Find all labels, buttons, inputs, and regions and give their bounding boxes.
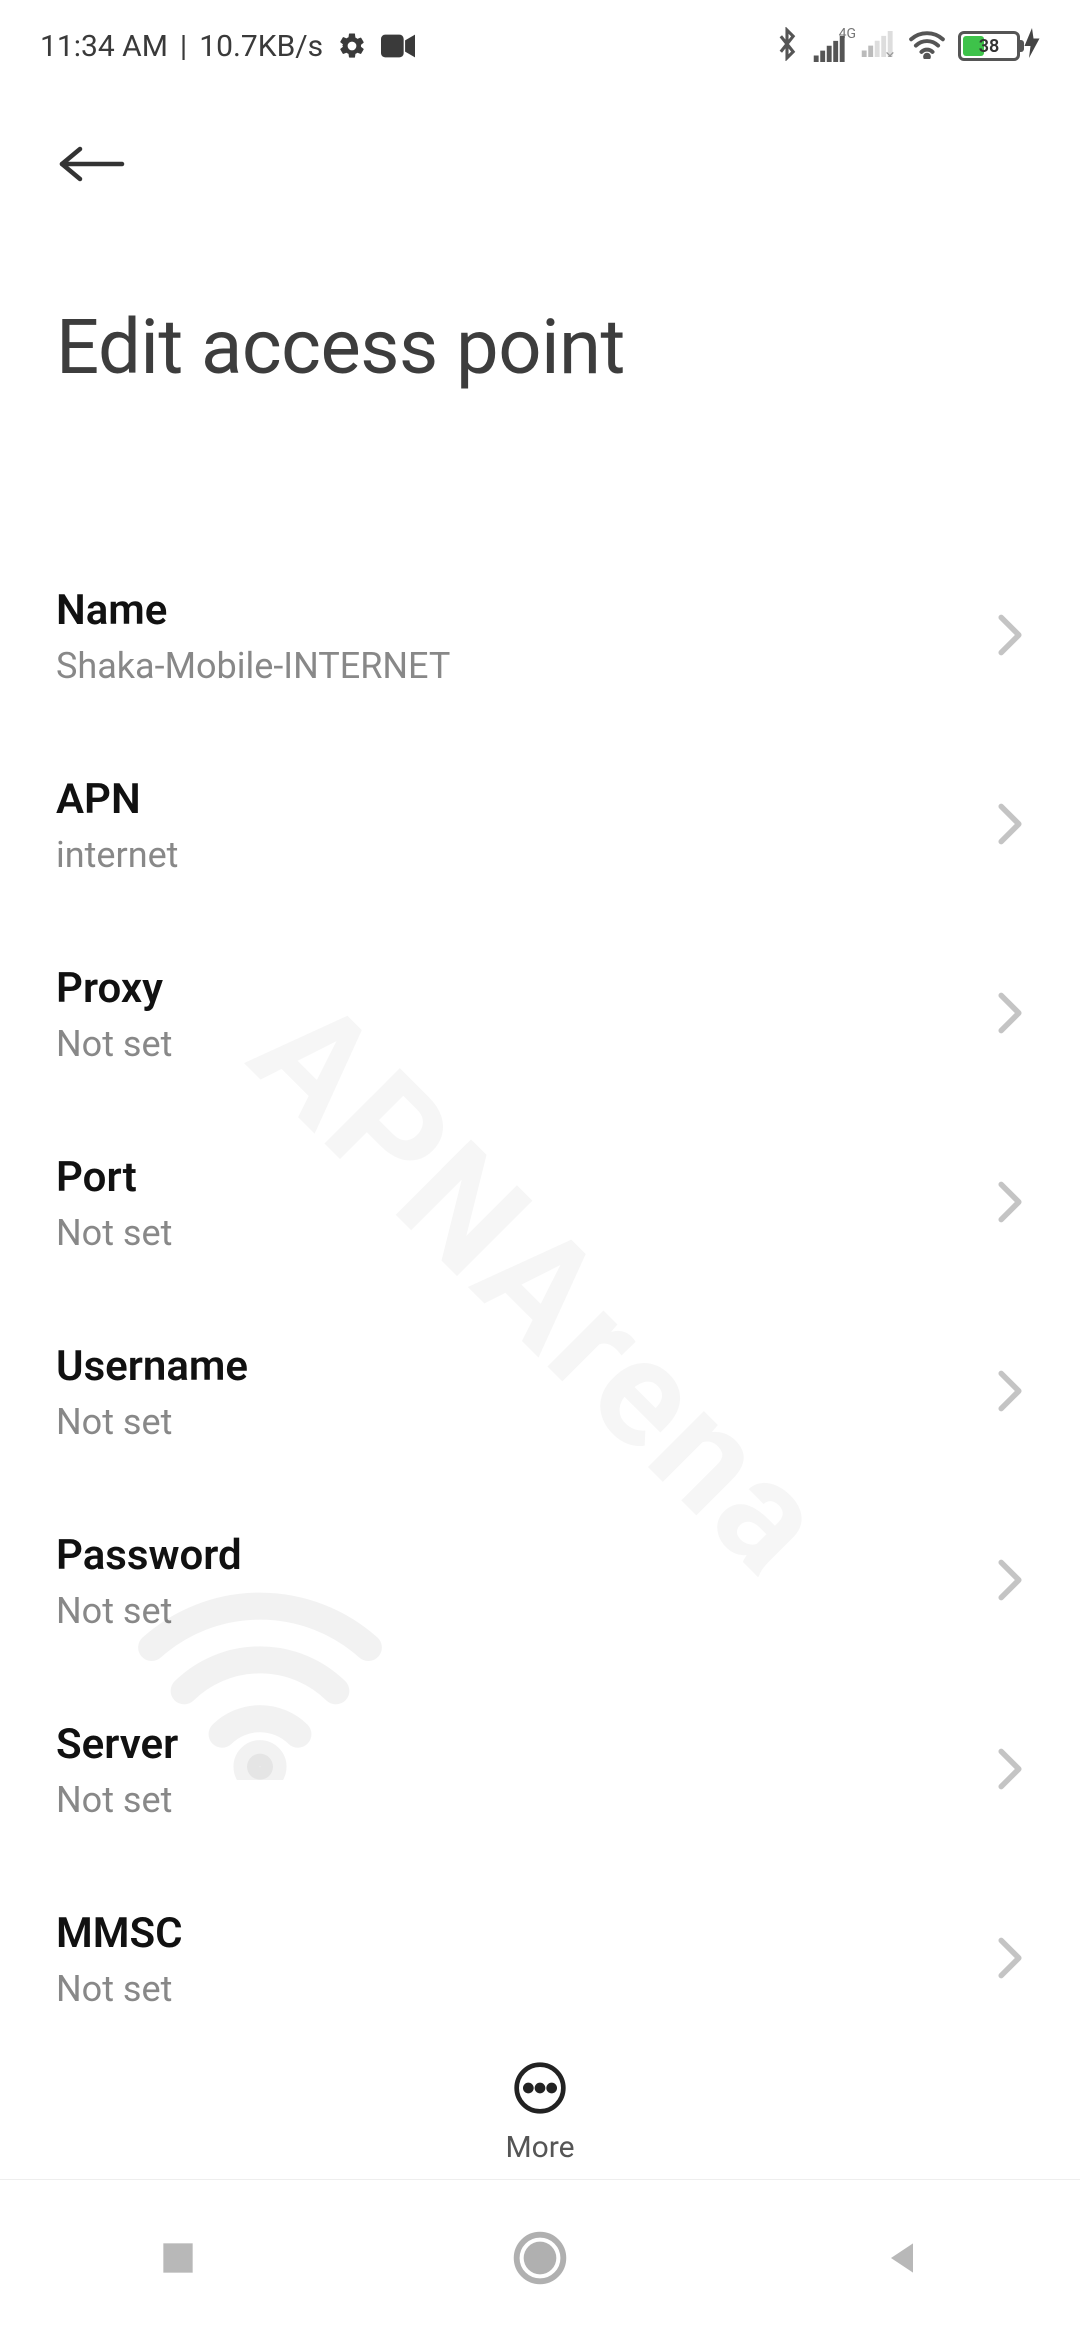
chevron-right-icon <box>996 1936 1024 1984</box>
battery-percent: 38 <box>961 36 1017 57</box>
chevron-right-icon <box>996 1369 1024 1417</box>
status-right: 4G ✕ 38 <box>774 26 1040 66</box>
row-label: Server <box>56 1720 178 1769</box>
row-value: Not set <box>56 1590 242 1632</box>
row-server[interactable]: Server Not set <box>56 1676 1024 1865</box>
settings-list: Name Shaka-Mobile-INTERNET APN internet … <box>0 542 1080 2243</box>
row-port[interactable]: Port Not set <box>56 1109 1024 1298</box>
status-network-speed: 10.7KB/s <box>199 29 323 64</box>
more-button[interactable]: More <box>505 2060 574 2165</box>
status-left: 11:34 AM | 10.7KB/s <box>40 29 415 64</box>
row-value: Not set <box>56 1401 248 1443</box>
chevron-right-icon <box>996 802 1024 850</box>
row-proxy[interactable]: Proxy Not set <box>56 920 1024 1109</box>
chevron-right-icon <box>996 613 1024 661</box>
bluetooth-icon <box>774 27 800 65</box>
camera-icon <box>381 34 415 58</box>
chevron-right-icon <box>996 991 1024 1039</box>
signal-sim1-icon <box>812 36 848 66</box>
row-password[interactable]: Password Not set <box>56 1487 1024 1676</box>
row-label: Password <box>56 1531 242 1580</box>
chevron-right-icon <box>996 1180 1024 1228</box>
row-name[interactable]: Name Shaka-Mobile-INTERNET <box>56 542 1024 731</box>
wifi-icon <box>908 29 946 63</box>
row-label: Port <box>56 1153 172 1202</box>
chevron-right-icon <box>996 1747 1024 1795</box>
row-label: Name <box>56 586 450 635</box>
battery-indicator: 38 <box>958 28 1040 64</box>
row-value: Not set <box>56 1968 183 2010</box>
nav-home-button[interactable] <box>512 2230 568 2290</box>
chevron-right-icon <box>996 1558 1024 1606</box>
row-value: Shaka-Mobile-INTERNET <box>56 645 450 687</box>
system-navigation-bar <box>0 2180 1080 2340</box>
more-icon <box>512 2060 568 2120</box>
row-mmsc[interactable]: MMSC Not set <box>56 1865 1024 2054</box>
svg-text:✕: ✕ <box>885 49 896 57</box>
status-bar: 11:34 AM | 10.7KB/s 4G ✕ 38 <box>0 0 1080 80</box>
row-username[interactable]: Username Not set <box>56 1298 1024 1487</box>
row-value: internet <box>56 834 178 876</box>
row-value: Not set <box>56 1212 172 1254</box>
gear-icon <box>337 31 367 61</box>
status-separator: | <box>180 29 187 64</box>
bottom-action-bar: More <box>0 2060 1080 2180</box>
row-value: Not set <box>56 1779 178 1821</box>
row-label: Username <box>56 1342 248 1391</box>
row-label: APN <box>56 775 178 824</box>
more-label: More <box>505 2130 574 2165</box>
row-label: Proxy <box>56 964 172 1013</box>
charging-icon <box>1024 28 1040 64</box>
status-time: 11:34 AM <box>40 29 168 64</box>
row-value: Not set <box>56 1023 172 1065</box>
signal-sim2-icon: ✕ <box>860 31 896 61</box>
page-title: Edit access point <box>56 302 1024 392</box>
nav-recent-button[interactable] <box>156 2236 200 2284</box>
back-button[interactable] <box>56 140 128 192</box>
header: Edit access point <box>0 80 1080 392</box>
row-label: MMSC <box>56 1909 183 1958</box>
row-apn[interactable]: APN internet <box>56 731 1024 920</box>
nav-back-button[interactable] <box>880 2236 924 2284</box>
